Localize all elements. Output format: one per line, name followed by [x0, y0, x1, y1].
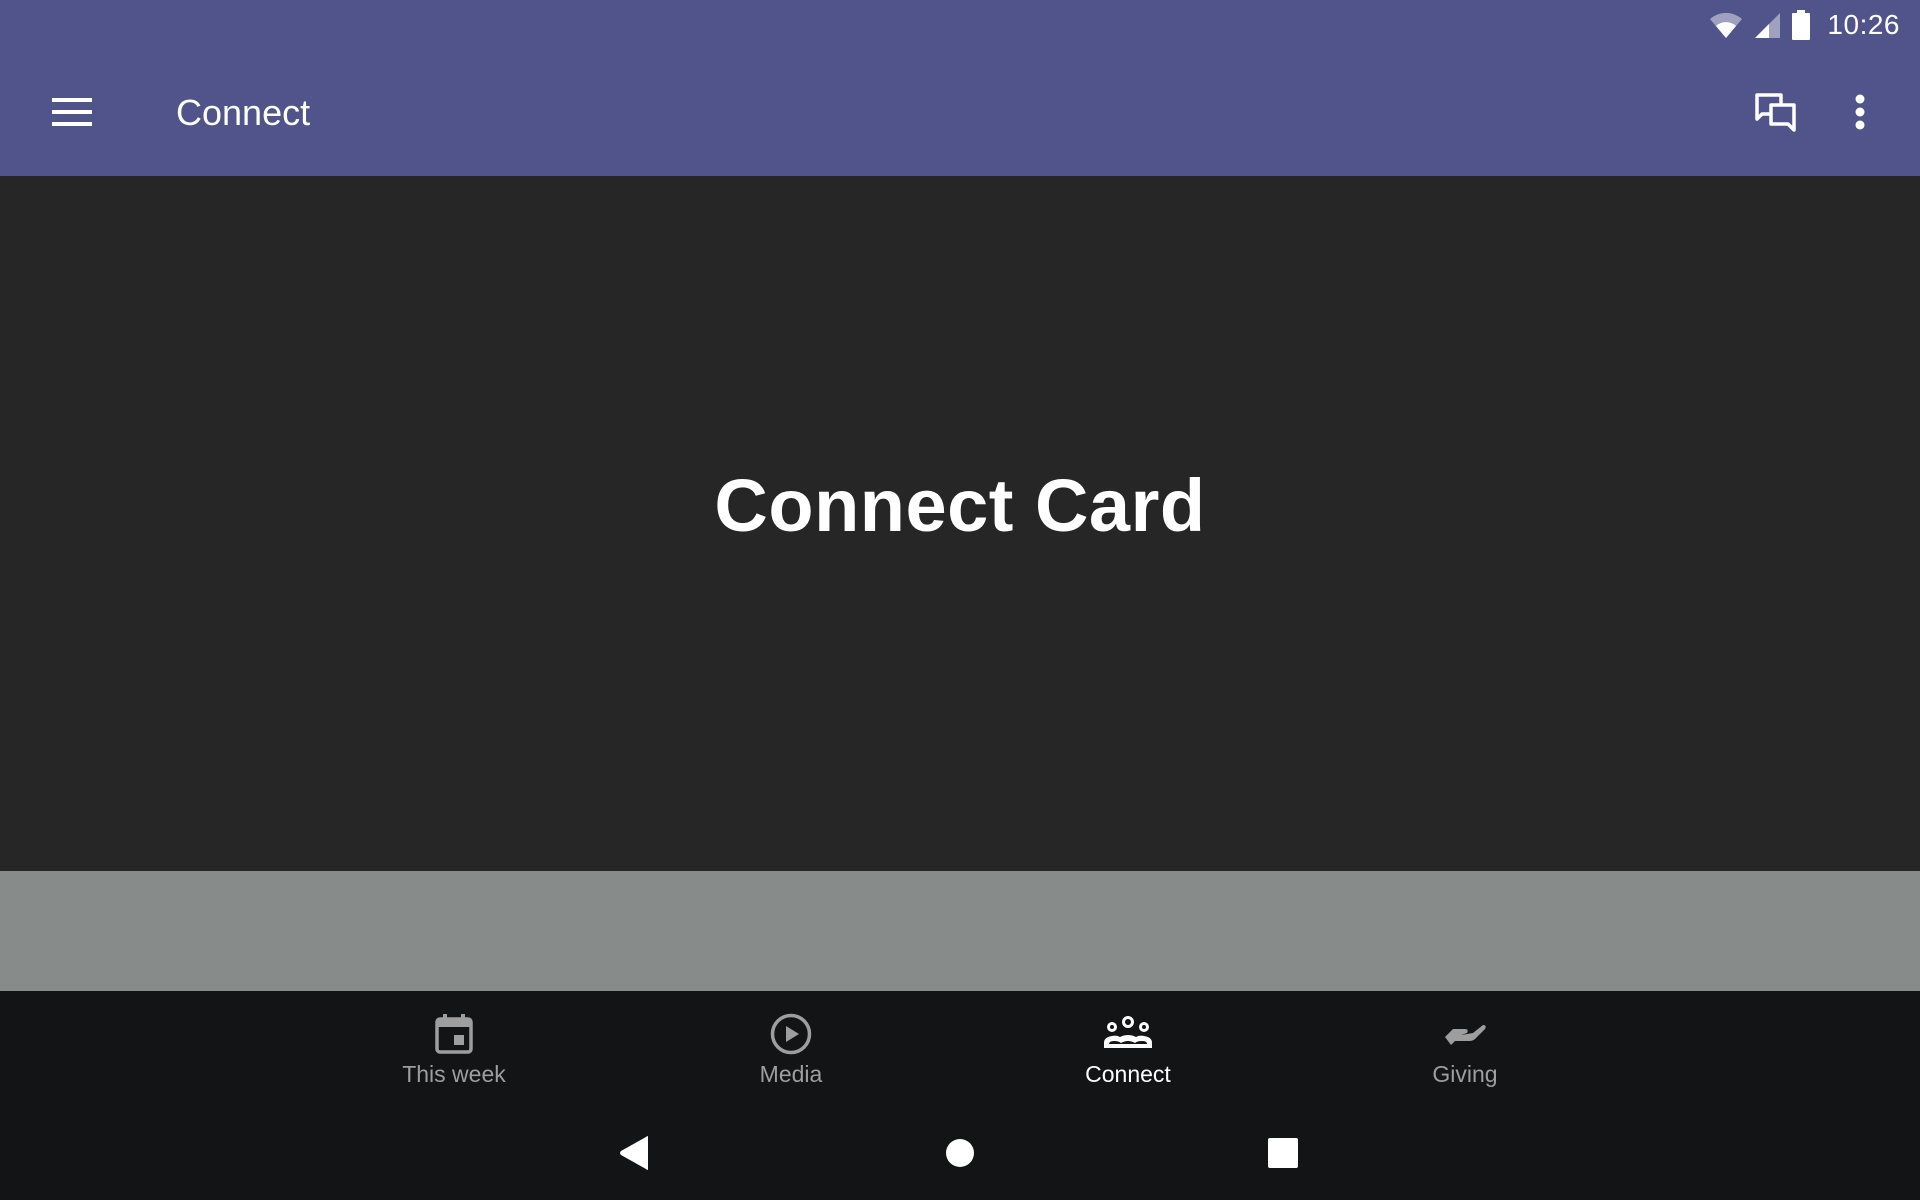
nav-label: Giving: [1432, 1061, 1498, 1087]
giving-hand-icon: [1445, 1025, 1486, 1045]
more-options-button[interactable]: [1832, 88, 1888, 136]
messages-button[interactable]: [1748, 88, 1804, 136]
chat-bubbles-icon: [1755, 93, 1796, 132]
calendar-icon: [435, 1014, 473, 1054]
system-back-button[interactable]: [604, 1123, 664, 1183]
back-triangle-icon: [620, 1136, 648, 1170]
cellular-signal-icon: [1753, 11, 1781, 39]
nav-tab-giving[interactable]: Giving: [1365, 991, 1565, 1101]
system-recents-button[interactable]: [1253, 1123, 1313, 1183]
nav-tab-media[interactable]: Media: [691, 991, 891, 1101]
home-circle-icon: [946, 1139, 974, 1167]
groups-icon: [1104, 1016, 1152, 1048]
battery-icon: [1791, 10, 1811, 40]
more-vert-icon: [1855, 94, 1865, 130]
nav-label: Connect: [1085, 1061, 1171, 1087]
bottom-navigation: This week Media Connect Giving: [0, 991, 1920, 1101]
wifi-icon: [1709, 11, 1743, 39]
status-time: 10:26: [1827, 9, 1900, 40]
content-title: Connect Card: [714, 464, 1206, 547]
menu-button[interactable]: [44, 88, 100, 136]
recents-square-icon: [1268, 1138, 1298, 1168]
status-bar: 10:26: [1620, 0, 1920, 50]
nav-tab-connect[interactable]: Connect: [1028, 991, 1228, 1101]
main-content: Connect Card: [0, 176, 1920, 871]
page-title: Connect: [176, 92, 311, 133]
nav-label: Media: [759, 1061, 823, 1087]
content-footer-band: [0, 871, 1920, 991]
hamburger-menu-icon: [52, 98, 92, 126]
play-circle-icon: [770, 1013, 812, 1055]
app-bar: 10:26 Connect: [0, 0, 1920, 176]
nav-tab-this-week[interactable]: This week: [354, 991, 554, 1101]
system-home-button[interactable]: [930, 1123, 990, 1183]
nav-label: This week: [402, 1061, 506, 1087]
system-navigation-bar: [0, 1101, 1920, 1200]
